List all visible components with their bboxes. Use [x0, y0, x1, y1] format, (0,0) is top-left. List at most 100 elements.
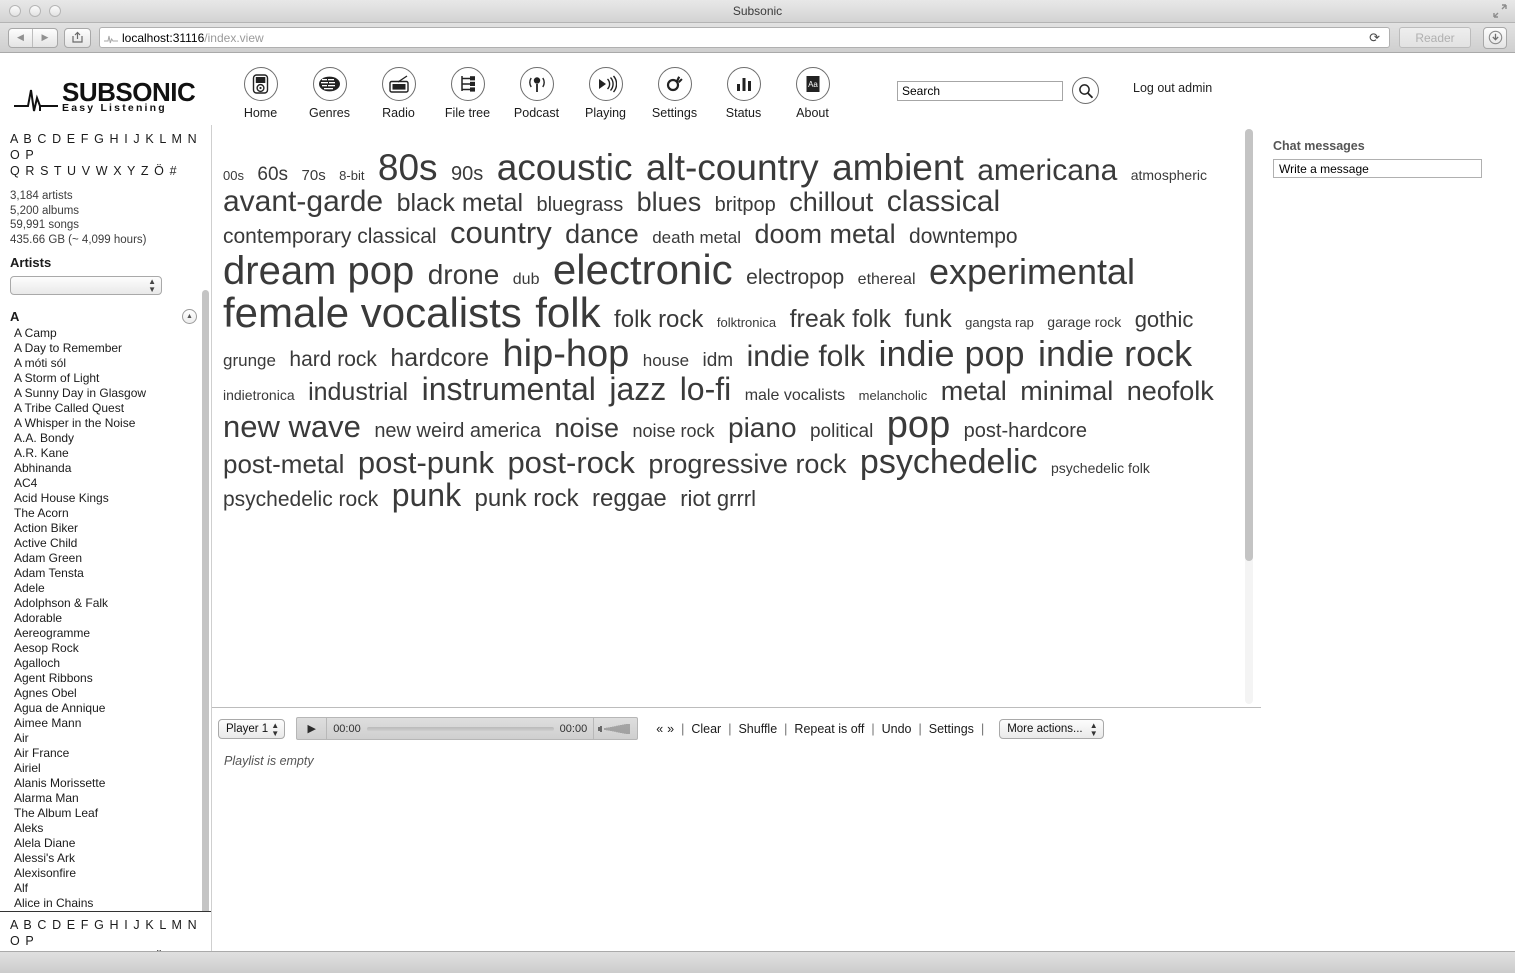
artist-link[interactable]: Alessi's Ark: [14, 851, 211, 866]
alphabet-link-H[interactable]: H: [110, 132, 120, 146]
artist-link[interactable]: Active Child: [14, 536, 211, 551]
genre-tag[interactable]: folktronica: [717, 316, 776, 330]
alphabet-link-Q[interactable]: Q: [10, 164, 21, 178]
artist-link[interactable]: Alexisonfire: [14, 866, 211, 881]
alphabet-link-C[interactable]: C: [37, 132, 47, 146]
sidebar-scrollbar-thumb[interactable]: [202, 290, 209, 973]
artist-link[interactable]: Adam Tensta: [14, 566, 211, 581]
genre-tag[interactable]: downtempo: [909, 226, 1018, 248]
genre-tag[interactable]: 8-bit: [339, 169, 364, 183]
genre-tag[interactable]: hard rock: [289, 348, 377, 370]
nav-back-forward-group[interactable]: ◀ ▶: [8, 27, 58, 48]
genre-tag[interactable]: post-punk: [358, 447, 494, 479]
genre-tag[interactable]: folk: [535, 291, 600, 335]
artist-link[interactable]: Alarma Man: [14, 791, 211, 806]
alphabet-link-Z[interactable]: Z: [141, 164, 150, 178]
genre-tag[interactable]: gangsta rap: [965, 316, 1034, 330]
genre-tag[interactable]: noise rock: [633, 422, 715, 441]
alphabet-link-F[interactable]: F: [81, 132, 90, 146]
artist-link[interactable]: Airiel: [14, 761, 211, 776]
alphabet-link-#[interactable]: #: [170, 164, 178, 178]
artist-link[interactable]: A Storm of Light: [14, 371, 211, 386]
artist-link[interactable]: Alanis Morissette: [14, 776, 211, 791]
genre-tag[interactable]: male vocalists: [745, 388, 845, 405]
genre-tag[interactable]: psychedelic rock: [223, 489, 378, 511]
artist-link[interactable]: Alela Diane: [14, 836, 211, 851]
artist-link[interactable]: AC4: [14, 476, 211, 491]
genre-tag[interactable]: 80s: [378, 149, 438, 187]
alphabet-link-O[interactable]: O: [10, 148, 21, 162]
genre-tag[interactable]: piano: [728, 413, 797, 443]
artist-link[interactable]: Air France: [14, 746, 211, 761]
nav-item-about[interactable]: Aa About: [778, 67, 847, 120]
main-scrollbar-thumb[interactable]: [1245, 129, 1253, 561]
repeat-link[interactable]: Repeat is off: [792, 722, 866, 736]
zoom-window-button[interactable]: [49, 5, 61, 17]
alphabet-link-M[interactable]: M: [172, 918, 184, 932]
more-actions-select[interactable]: More actions... ▲ ▼: [999, 718, 1104, 739]
genre-tag[interactable]: psychedelic folk: [1051, 460, 1150, 475]
clear-playlist-link[interactable]: Clear: [689, 722, 723, 736]
artist-link[interactable]: Adele: [14, 581, 211, 596]
genre-tag[interactable]: metal: [941, 378, 1007, 406]
alphabet-link-H[interactable]: H: [110, 918, 120, 932]
genre-tag[interactable]: ethereal: [858, 271, 916, 288]
genre-tag[interactable]: melancholic: [859, 389, 928, 403]
alphabet-link-E[interactable]: E: [67, 918, 76, 932]
genre-tag[interactable]: freak folk: [790, 306, 891, 333]
genre-tag[interactable]: noise: [555, 414, 620, 443]
genre-tag[interactable]: garage rock: [1047, 314, 1121, 329]
genre-tag[interactable]: experimental: [929, 253, 1135, 291]
genre-tag[interactable]: indietronica: [223, 388, 295, 403]
artist-link[interactable]: Abhinanda: [14, 461, 211, 476]
alphabet-link-P[interactable]: P: [25, 934, 34, 948]
alphabet-link-Ö[interactable]: Ö: [154, 164, 165, 178]
alphabet-link-D[interactable]: D: [52, 918, 62, 932]
genre-tag[interactable]: electronic: [553, 248, 733, 292]
previous-button[interactable]: «: [654, 722, 665, 736]
genre-tag[interactable]: indie rock: [1038, 335, 1192, 373]
alphabet-link-R[interactable]: R: [25, 164, 35, 178]
genre-tag[interactable]: house: [643, 351, 689, 369]
alphabet-link-G[interactable]: G: [94, 132, 105, 146]
genre-tag[interactable]: acoustic: [497, 149, 633, 187]
artist-link[interactable]: A Camp: [14, 326, 211, 341]
genre-tag[interactable]: post-metal: [223, 451, 344, 478]
genre-tag[interactable]: new weird america: [374, 421, 541, 442]
artist-link[interactable]: A Day to Remember: [14, 341, 211, 356]
artists-select[interactable]: ▲ ▼: [10, 276, 162, 295]
alphabet-link-P[interactable]: P: [25, 148, 34, 162]
alphabet-link-I[interactable]: I: [124, 132, 129, 146]
genre-tag[interactable]: hardcore: [390, 345, 489, 372]
fullscreen-icon[interactable]: [1493, 4, 1507, 18]
genre-tag[interactable]: bluegrass: [536, 194, 623, 215]
alphabet-link-G[interactable]: G: [94, 918, 105, 932]
alphabet-link-N[interactable]: N: [188, 132, 198, 146]
artist-link[interactable]: A.R. Kane: [14, 446, 211, 461]
artist-link[interactable]: Agnes Obel: [14, 686, 211, 701]
artist-link[interactable]: Air: [14, 731, 211, 746]
genre-tag[interactable]: punk rock: [475, 486, 579, 511]
genre-tag[interactable]: ambient: [832, 149, 964, 187]
nav-item-radio[interactable]: Radio: [364, 67, 433, 120]
genre-tag[interactable]: reggae: [592, 486, 667, 511]
genre-tag[interactable]: punk: [392, 479, 461, 512]
window-controls[interactable]: [9, 5, 61, 17]
genre-tag[interactable]: doom metal: [755, 221, 896, 249]
sidebar-scrollbar[interactable]: [202, 290, 209, 973]
genre-tag[interactable]: americana: [977, 155, 1117, 187]
alphabet-link-I[interactable]: I: [124, 918, 129, 932]
genre-tag[interactable]: 70s: [302, 168, 326, 184]
genre-tag[interactable]: hip-hop: [503, 334, 630, 374]
genre-tag[interactable]: country: [450, 217, 552, 249]
minimize-window-button[interactable]: [29, 5, 41, 17]
alphabet-link-J[interactable]: J: [133, 918, 140, 932]
alphabet-link-D[interactable]: D: [52, 132, 62, 146]
artist-link[interactable]: Agent Ribbons: [14, 671, 211, 686]
artist-link[interactable]: The Acorn: [14, 506, 211, 521]
genre-tag[interactable]: gothic: [1135, 308, 1194, 331]
artist-link[interactable]: Alf: [14, 881, 211, 896]
artist-link[interactable]: A.A. Bondy: [14, 431, 211, 446]
genre-tag[interactable]: instrumental: [422, 373, 596, 406]
nav-item-playing[interactable]: Playing: [571, 67, 640, 120]
